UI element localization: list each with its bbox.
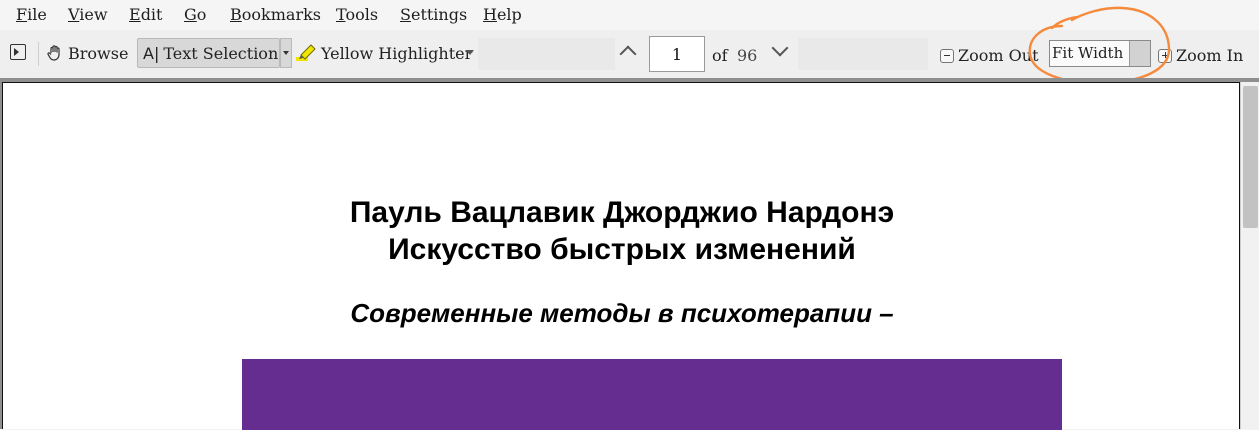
toolbar-spacer bbox=[798, 38, 928, 70]
yellow-highlighter-button[interactable]: Yellow Highlighter bbox=[295, 38, 472, 68]
previous-page-icon[interactable] bbox=[619, 45, 637, 63]
browse-button[interactable]: Browse bbox=[46, 38, 128, 68]
zoom-dropdown-arrow[interactable] bbox=[1129, 41, 1150, 66]
toolbar: Browse A| Text Selection Yellow Highligh… bbox=[0, 30, 1259, 78]
zoom-mode-select[interactable]: Fit Width bbox=[1049, 40, 1151, 67]
next-page-icon[interactable] bbox=[771, 39, 789, 57]
page-number-input[interactable] bbox=[649, 36, 705, 72]
menu-bookmarks[interactable]: Bookmarks bbox=[230, 5, 321, 24]
menu-view[interactable]: View bbox=[68, 5, 108, 24]
menu-bar: File View Edit Go Bookmarks Tools Settin… bbox=[0, 0, 1259, 30]
cover-image bbox=[242, 359, 1062, 430]
total-pages: 96 bbox=[737, 46, 758, 65]
menu-go[interactable]: Go bbox=[184, 5, 206, 24]
menu-help[interactable]: Help bbox=[483, 5, 522, 24]
zoom-in-button[interactable]: Zoom In bbox=[1158, 46, 1243, 65]
hand-icon bbox=[47, 45, 60, 61]
book-title: Искусство быстрых изменений bbox=[388, 233, 856, 266]
toolbar-spacer bbox=[478, 38, 615, 70]
toolbar-divider bbox=[38, 42, 39, 66]
of-label: of bbox=[712, 46, 728, 65]
menu-tools[interactable]: Tools bbox=[336, 5, 378, 24]
sidebar-toggle-icon[interactable] bbox=[10, 44, 26, 60]
highlighter-dropdown-icon[interactable] bbox=[466, 50, 474, 55]
zoom-in-icon bbox=[1158, 48, 1172, 63]
text-selection-dropdown[interactable] bbox=[280, 38, 292, 68]
book-author-title: Пауль Вацлавик Джорджио Нардонэ bbox=[349, 196, 895, 229]
text-selection-button[interactable]: A| Text Selection bbox=[137, 38, 280, 68]
zoom-out-button[interactable]: Zoom Out bbox=[940, 46, 1039, 65]
book-subtitle: Современные методы в психотерапии – bbox=[350, 298, 894, 328]
pdf-page: Пауль Вацлавик Джорджио Нардонэ Искусств… bbox=[2, 82, 1240, 430]
scrollbar-thumb[interactable] bbox=[1243, 86, 1258, 228]
menu-file[interactable]: File bbox=[16, 5, 47, 24]
menu-settings[interactable]: Settings bbox=[400, 5, 467, 24]
text-cursor-icon: A| bbox=[143, 43, 160, 63]
menu-edit[interactable]: Edit bbox=[129, 5, 162, 24]
zoom-out-icon bbox=[940, 48, 954, 63]
highlighter-icon bbox=[296, 44, 316, 61]
